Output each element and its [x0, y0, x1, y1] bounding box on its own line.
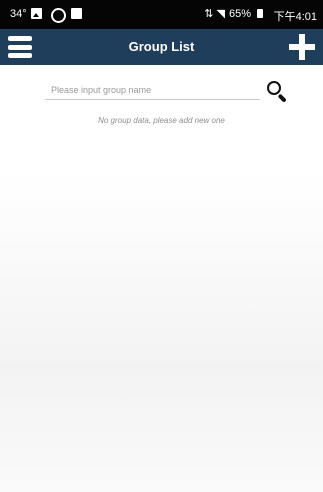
wifi-signal-icon: ⇅ ◥: [204, 8, 225, 20]
battery-percent: 65%: [228, 8, 251, 20]
battery-saver-icon: [71, 8, 82, 19]
search-icon-handle: [277, 93, 287, 103]
group-name-search-input[interactable]: [45, 81, 260, 100]
sync-icon: [51, 8, 66, 23]
temperature: 34°: [10, 8, 27, 20]
page-title: Group List: [128, 39, 195, 54]
app-header: Group List: [0, 29, 323, 65]
empty-state-message: No group data, please add new one: [98, 116, 225, 125]
status-bar: 34° ⇅ ◥ 65% 下午4:01: [0, 0, 323, 29]
screen: 34° ⇅ ◥ 65% 下午4:01 Group List No group d…: [0, 0, 323, 492]
battery-icon: [257, 9, 263, 18]
search-button[interactable]: [266, 80, 288, 103]
photo-icon: [31, 8, 42, 19]
search-icon: [267, 81, 281, 95]
clock: 下午4:01: [273, 11, 317, 23]
add-group-button[interactable]: [289, 34, 315, 60]
